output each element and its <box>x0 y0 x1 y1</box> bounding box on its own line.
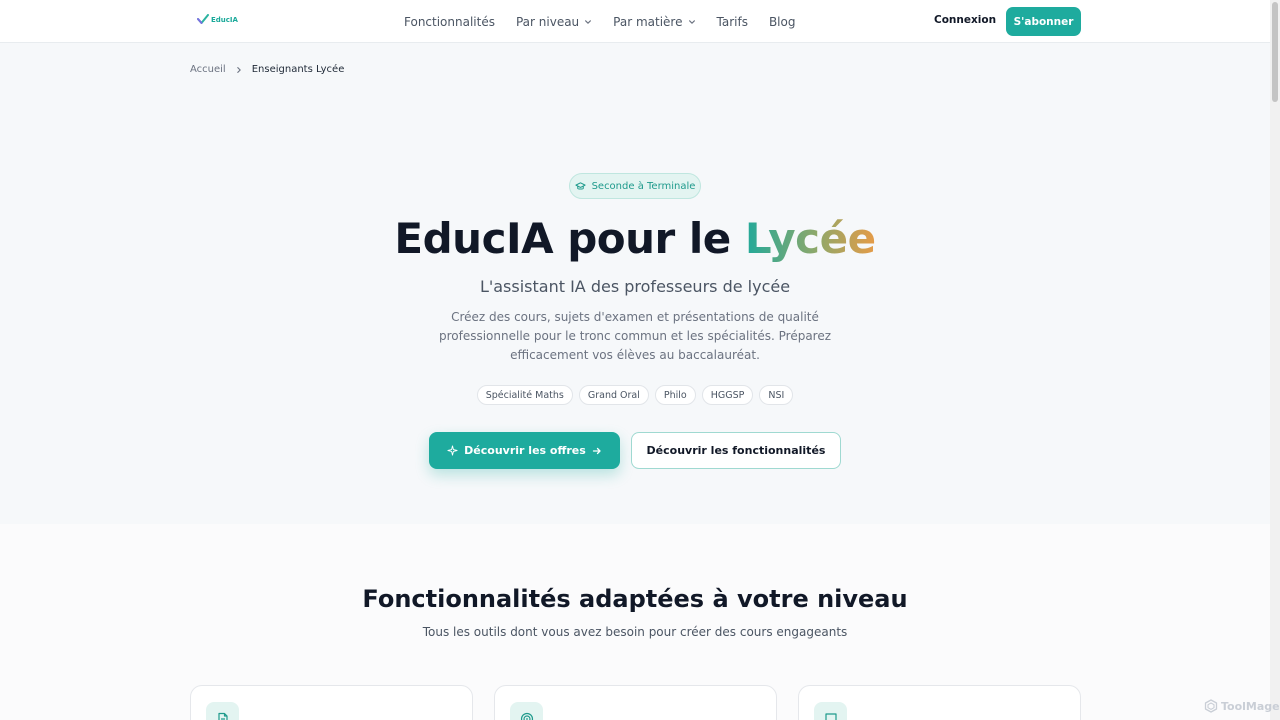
level-badge-label: Seconde à Terminale <box>591 180 696 192</box>
nav-item-blog[interactable]: Blog <box>769 15 796 29</box>
breadcrumb-home-link[interactable]: Accueil <box>190 64 226 75</box>
hero-title: EducIA pour le Lycée <box>0 214 1270 263</box>
features-subtitle: Tous les outils dont vous avez besoin po… <box>422 625 848 639</box>
feature-card-2[interactable] <box>494 685 777 720</box>
top-navbar: EducIA Fonctionnalités Par niveau Par ma… <box>0 0 1270 43</box>
watermark: ToolMage <box>1204 699 1280 713</box>
chevron-down-icon <box>585 19 592 24</box>
feature-card-3[interactable] <box>798 685 1081 720</box>
level-badge: Seconde à Terminale <box>569 173 701 199</box>
discover-features-button[interactable]: Découvrir les fonctionnalités <box>631 432 841 469</box>
nav-label: Fonctionnalités <box>404 14 495 29</box>
nav-item-tarifs[interactable]: Tarifs <box>717 15 748 29</box>
logo-text: EducIA <box>211 16 238 24</box>
subscribe-button[interactable]: S'abonner <box>1006 7 1081 36</box>
nav-item-par-matiere[interactable]: Par matière <box>613 15 695 29</box>
hero-subtitle: L'assistant IA des professeurs de lycée <box>479 277 791 296</box>
features-section: Fonctionnalités adaptées à votre niveau … <box>0 524 1270 720</box>
document-icon <box>206 702 239 720</box>
scrollbar-thumb[interactable] <box>1272 2 1278 102</box>
nav-label: Blog <box>768 14 796 29</box>
tag-nsi: NSI <box>759 385 794 405</box>
subject-tags: Spécialité Maths Grand Oral Philo HGGSP … <box>0 385 1270 405</box>
logo[interactable]: EducIA <box>197 14 238 26</box>
check-logo-icon <box>197 14 209 24</box>
hero-title-main: EducIA pour le <box>394 214 745 263</box>
login-link[interactable]: Connexion <box>934 14 996 26</box>
sparkles-icon <box>447 445 458 456</box>
chevron-right-icon <box>236 66 241 73</box>
tag-specialite-maths: Spécialité Maths <box>476 385 573 405</box>
tag-hggsp: HGGSP <box>701 385 754 405</box>
features-title: Fonctionnalités adaptées à votre niveau <box>362 585 908 613</box>
breadcrumb-current: Enseignants Lycée <box>251 64 345 75</box>
main-nav: Fonctionnalités Par niveau Par matière T… <box>404 0 816 43</box>
nav-label: Par matière <box>613 14 683 29</box>
discover-offers-button[interactable]: Découvrir les offres <box>429 432 620 469</box>
hero-description: Créez des cours, sujets d'examen et prés… <box>438 310 832 362</box>
breadcrumb: Accueil Enseignants Lycée <box>190 64 344 75</box>
hero-title-accent: Lycée <box>744 214 876 263</box>
discover-offers-label: Découvrir les offres <box>464 444 586 457</box>
page-scrollbar[interactable] <box>1270 0 1280 720</box>
nav-item-par-niveau[interactable]: Par niveau <box>516 15 592 29</box>
nav-item-fonctionnalites[interactable]: Fonctionnalités <box>404 15 495 29</box>
watermark-text: ToolMage <box>1221 699 1280 713</box>
tag-philo: Philo <box>654 385 696 405</box>
arrow-right-icon <box>592 447 601 454</box>
toolmage-logo-icon <box>1204 699 1218 713</box>
nav-label: Tarifs <box>716 14 748 29</box>
chevron-down-icon <box>688 19 695 24</box>
target-icon <box>510 702 543 720</box>
graduation-cap-icon <box>574 181 586 190</box>
tag-grand-oral: Grand Oral <box>578 385 649 405</box>
nav-label: Par niveau <box>515 14 580 29</box>
feature-card-1[interactable] <box>190 685 473 720</box>
presentation-icon <box>814 702 847 720</box>
